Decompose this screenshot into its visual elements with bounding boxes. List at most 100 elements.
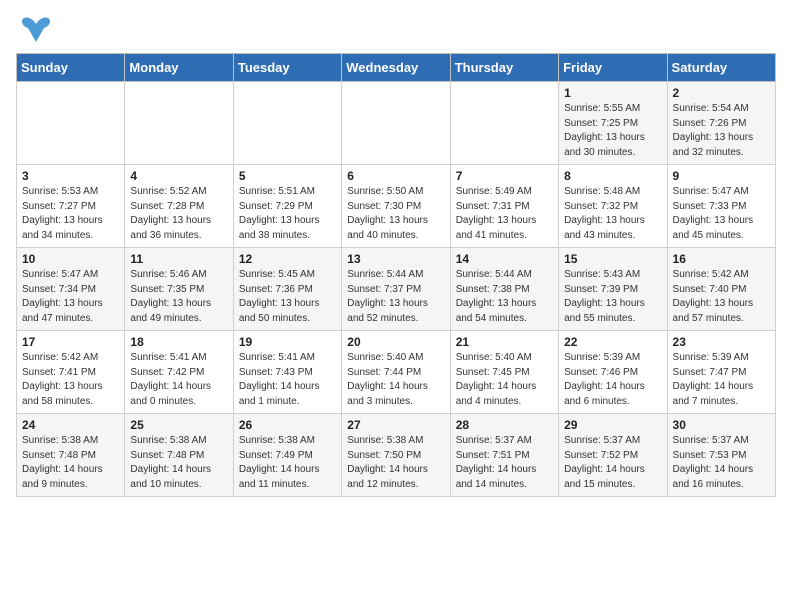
cell-content: Sunrise: 5:37 AM Sunset: 7:53 PM Dayligh… [673, 434, 770, 492]
cell-content: Sunrise: 5:42 AM Sunset: 7:41 PM Dayligh… [22, 351, 119, 409]
calendar-cell: 28 Sunrise: 5:37 AM Sunset: 7:51 PM Dayli… [450, 414, 558, 497]
cell-content: Sunrise: 5:41 AM Sunset: 7:42 PM Dayligh… [130, 351, 227, 409]
day-number: 11 [130, 252, 227, 266]
day-number: 7 [456, 169, 553, 183]
day-number: 28 [456, 418, 553, 432]
day-number: 5 [239, 169, 336, 183]
day-number: 6 [347, 169, 444, 183]
calendar-header-row: SundayMondayTuesdayWednesdayThursdayFrid… [17, 54, 776, 82]
calendar-cell: 11 Sunrise: 5:46 AM Sunset: 7:35 PM Dayli… [125, 248, 233, 331]
day-number: 23 [673, 335, 770, 349]
calendar-cell: 15Sunrise: 5:43 AM Sunset: 7:39 PM Dayli… [559, 248, 667, 331]
cell-content: Sunrise: 5:55 AM Sunset: 7:25 PM Dayligh… [564, 102, 661, 160]
day-number: 29 [564, 418, 661, 432]
calendar-cell: 30 Sunrise: 5:37 AM Sunset: 7:53 PM Dayli… [667, 414, 775, 497]
calendar-cell [342, 82, 450, 165]
day-number: 21 [456, 335, 553, 349]
cell-content: Sunrise: 5:52 AM Sunset: 7:28 PM Dayligh… [130, 185, 227, 243]
logo [16, 16, 52, 47]
cell-content: Sunrise: 5:45 AM Sunset: 7:36 PM Dayligh… [239, 268, 336, 326]
cell-content: Sunrise: 5:39 AM Sunset: 7:46 PM Dayligh… [564, 351, 661, 409]
calendar-cell: 1 Sunrise: 5:55 AM Sunset: 7:25 PM Daylig… [559, 82, 667, 165]
calendar-cell: 20 Sunrise: 5:40 AM Sunset: 7:44 PM Dayli… [342, 331, 450, 414]
day-number: 10 [22, 252, 119, 266]
calendar-cell: 17 Sunrise: 5:42 AM Sunset: 7:41 PM Dayli… [17, 331, 125, 414]
logo-bird-icon [20, 16, 52, 47]
calendar-cell: 9 Sunrise: 5:47 AM Sunset: 7:33 PM Daylig… [667, 165, 775, 248]
cell-content: Sunrise: 5:38 AM Sunset: 7:50 PM Dayligh… [347, 434, 444, 492]
cell-content: Sunrise: 5:47 AM Sunset: 7:33 PM Dayligh… [673, 185, 770, 243]
cell-content: Sunrise: 5:41 AM Sunset: 7:43 PM Dayligh… [239, 351, 336, 409]
cell-content: Sunrise: 5:49 AM Sunset: 7:31 PM Dayligh… [456, 185, 553, 243]
calendar-cell: 23Sunrise: 5:39 AM Sunset: 7:47 PM Dayli… [667, 331, 775, 414]
calendar-cell: 6 Sunrise: 5:50 AM Sunset: 7:30 PM Daylig… [342, 165, 450, 248]
calendar-cell: 18 Sunrise: 5:41 AM Sunset: 7:42 PM Dayli… [125, 331, 233, 414]
calendar-cell: 5 Sunrise: 5:51 AM Sunset: 7:29 PM Daylig… [233, 165, 341, 248]
calendar-week-row: 10 Sunrise: 5:47 AM Sunset: 7:34 PM Dayli… [17, 248, 776, 331]
calendar-week-row: 24 Sunrise: 5:38 AM Sunset: 7:48 PM Dayli… [17, 414, 776, 497]
day-number: 9 [673, 169, 770, 183]
day-number: 2 [673, 86, 770, 100]
column-header-saturday: Saturday [667, 54, 775, 82]
cell-content: Sunrise: 5:47 AM Sunset: 7:34 PM Dayligh… [22, 268, 119, 326]
cell-content: Sunrise: 5:40 AM Sunset: 7:45 PM Dayligh… [456, 351, 553, 409]
cell-content: Sunrise: 5:40 AM Sunset: 7:44 PM Dayligh… [347, 351, 444, 409]
day-number: 8 [564, 169, 661, 183]
calendar-cell: 2 Sunrise: 5:54 AM Sunset: 7:26 PM Daylig… [667, 82, 775, 165]
cell-content: Sunrise: 5:37 AM Sunset: 7:51 PM Dayligh… [456, 434, 553, 492]
calendar-cell: 25 Sunrise: 5:38 AM Sunset: 7:48 PM Dayli… [125, 414, 233, 497]
day-number: 19 [239, 335, 336, 349]
day-number: 24 [22, 418, 119, 432]
day-number: 12 [239, 252, 336, 266]
cell-content: Sunrise: 5:42 AM Sunset: 7:40 PM Dayligh… [673, 268, 770, 326]
cell-content: Sunrise: 5:50 AM Sunset: 7:30 PM Dayligh… [347, 185, 444, 243]
cell-content: Sunrise: 5:51 AM Sunset: 7:29 PM Dayligh… [239, 185, 336, 243]
cell-content: Sunrise: 5:38 AM Sunset: 7:49 PM Dayligh… [239, 434, 336, 492]
calendar-cell: 8Sunrise: 5:48 AM Sunset: 7:32 PM Daylig… [559, 165, 667, 248]
day-number: 26 [239, 418, 336, 432]
column-header-monday: Monday [125, 54, 233, 82]
calendar-cell: 22 Sunrise: 5:39 AM Sunset: 7:46 PM Dayli… [559, 331, 667, 414]
calendar-cell: 4 Sunrise: 5:52 AM Sunset: 7:28 PM Daylig… [125, 165, 233, 248]
cell-content: Sunrise: 5:43 AM Sunset: 7:39 PM Dayligh… [564, 268, 661, 326]
day-number: 22 [564, 335, 661, 349]
column-header-friday: Friday [559, 54, 667, 82]
day-number: 13 [347, 252, 444, 266]
day-number: 25 [130, 418, 227, 432]
cell-content: Sunrise: 5:46 AM Sunset: 7:35 PM Dayligh… [130, 268, 227, 326]
day-number: 20 [347, 335, 444, 349]
calendar-cell [233, 82, 341, 165]
cell-content: Sunrise: 5:38 AM Sunset: 7:48 PM Dayligh… [130, 434, 227, 492]
cell-content: Sunrise: 5:44 AM Sunset: 7:37 PM Dayligh… [347, 268, 444, 326]
calendar-cell [125, 82, 233, 165]
day-number: 1 [564, 86, 661, 100]
day-number: 3 [22, 169, 119, 183]
cell-content: Sunrise: 5:54 AM Sunset: 7:26 PM Dayligh… [673, 102, 770, 160]
day-number: 4 [130, 169, 227, 183]
cell-content: Sunrise: 5:37 AM Sunset: 7:52 PM Dayligh… [564, 434, 661, 492]
calendar-cell [17, 82, 125, 165]
column-header-thursday: Thursday [450, 54, 558, 82]
calendar-cell: 21 Sunrise: 5:40 AM Sunset: 7:45 PM Dayli… [450, 331, 558, 414]
cell-content: Sunrise: 5:38 AM Sunset: 7:48 PM Dayligh… [22, 434, 119, 492]
day-number: 14 [456, 252, 553, 266]
column-header-wednesday: Wednesday [342, 54, 450, 82]
column-header-sunday: Sunday [17, 54, 125, 82]
cell-content: Sunrise: 5:53 AM Sunset: 7:27 PM Dayligh… [22, 185, 119, 243]
calendar-cell [450, 82, 558, 165]
calendar-cell: 24 Sunrise: 5:38 AM Sunset: 7:48 PM Dayli… [17, 414, 125, 497]
day-number: 16 [673, 252, 770, 266]
day-number: 18 [130, 335, 227, 349]
calendar-cell: 13 Sunrise: 5:44 AM Sunset: 7:37 PM Dayli… [342, 248, 450, 331]
calendar-cell: 29 Sunrise: 5:37 AM Sunset: 7:52 PM Dayli… [559, 414, 667, 497]
calendar-week-row: 1 Sunrise: 5:55 AM Sunset: 7:25 PM Daylig… [17, 82, 776, 165]
calendar-cell: 16 Sunrise: 5:42 AM Sunset: 7:40 PM Dayli… [667, 248, 775, 331]
header [16, 16, 776, 47]
calendar-table: SundayMondayTuesdayWednesdayThursdayFrid… [16, 53, 776, 497]
day-number: 27 [347, 418, 444, 432]
calendar-week-row: 3 Sunrise: 5:53 AM Sunset: 7:27 PM Daylig… [17, 165, 776, 248]
calendar-cell: 7 Sunrise: 5:49 AM Sunset: 7:31 PM Daylig… [450, 165, 558, 248]
calendar-week-row: 17 Sunrise: 5:42 AM Sunset: 7:41 PM Dayli… [17, 331, 776, 414]
day-number: 30 [673, 418, 770, 432]
day-number: 17 [22, 335, 119, 349]
